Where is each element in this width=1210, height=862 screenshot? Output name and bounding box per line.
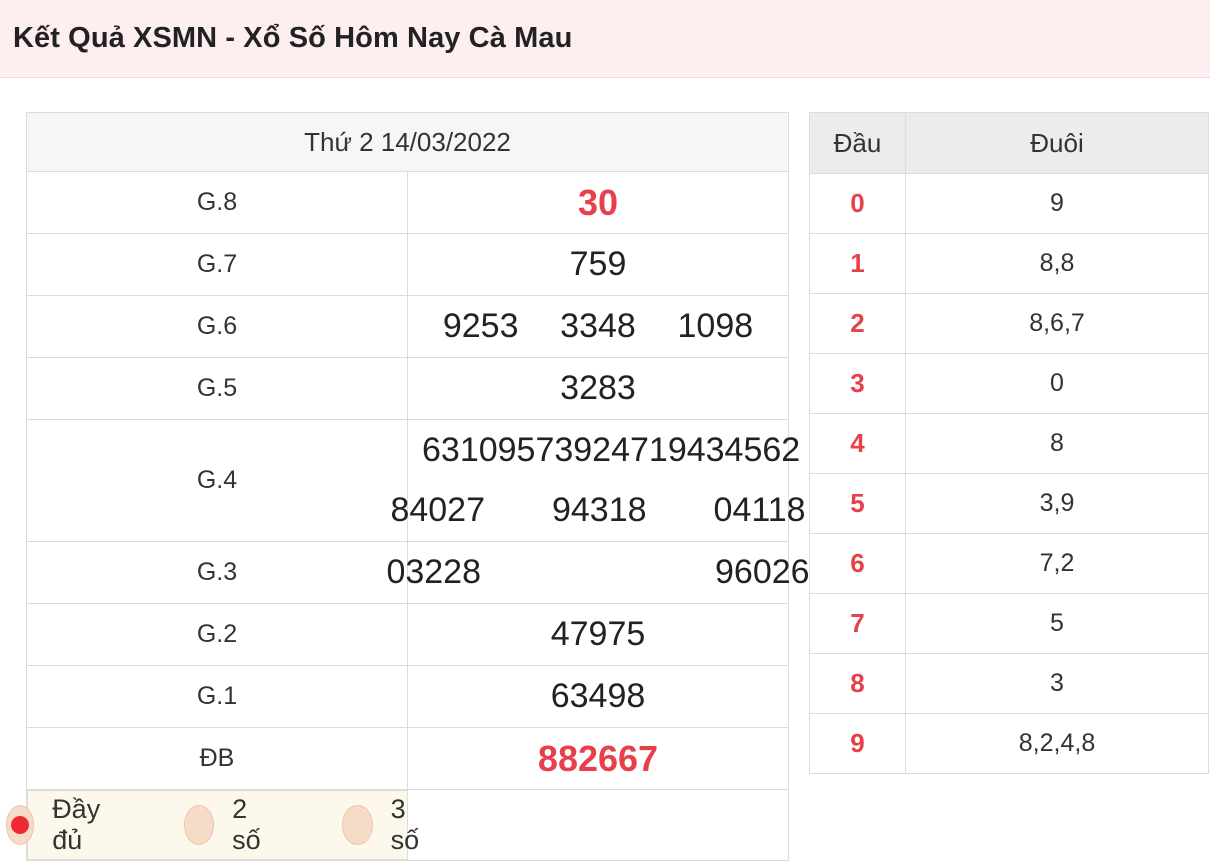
loto-row: 2 8,6,7 [809, 293, 1209, 354]
loto-row: 83 [809, 653, 1209, 714]
prize-number: 3283 [560, 369, 636, 407]
column-header-dau: Đầu [809, 112, 906, 174]
prize-number: 9253 [442, 307, 519, 345]
prize-row-g4: G.4 63109 57392 47194 34562 84027 94318 … [26, 419, 806, 542]
prize-row-g2: G.2 47975 [26, 603, 789, 666]
loto-tail: 8 [905, 413, 1209, 474]
mode-label: 3 số [390, 794, 420, 855]
draw-date: Thứ 2 14/03/2022 [26, 112, 789, 172]
prize-number: 3348 [560, 307, 636, 345]
loto-tail: 8,8 [905, 233, 1209, 294]
prize-number: 04118 [713, 491, 806, 529]
prize-number: 63498 [550, 677, 646, 715]
loto-head: 5 [809, 473, 906, 534]
radio-icon[interactable] [183, 805, 215, 845]
prize-number: 84027 [390, 491, 485, 529]
prize-number: 47194 [611, 431, 706, 469]
prize-row-g3: G.3 03228 96026 [26, 541, 810, 604]
loto-row: 48 [809, 413, 1209, 474]
prize-label: G.3 [26, 541, 408, 604]
prize-number: 30 [577, 181, 619, 223]
radio-icon[interactable] [342, 805, 373, 845]
loto-tail: 9 [905, 173, 1209, 234]
loto-row: 1 8,8 [809, 233, 1209, 294]
page-title: Kết Quả XSMN - Xổ Số Hôm Nay Cà Mau [13, 22, 573, 54]
prize-number: 63109 [422, 431, 517, 469]
prize-number: 1098 [677, 307, 754, 345]
loto-row: 30 [809, 353, 1209, 414]
prize-number: 96026 [715, 553, 810, 591]
loto-row: 5 3,9 [809, 473, 1209, 534]
loto-head: 2 [809, 293, 906, 354]
prize-label: G.2 [26, 603, 408, 666]
column-header-duoi: Đuôi [905, 112, 1209, 174]
prize-row-db: ĐB 882667 [26, 727, 789, 790]
prize-number: 94318 [551, 491, 647, 529]
prize-label: G.7 [26, 233, 408, 296]
loto-head: 1 [809, 233, 906, 294]
loto-tail: 3,9 [905, 473, 1209, 534]
results-table: Thứ 2 14/03/2022 G.8 30 G.7 759 G.6 9253… [5, 112, 810, 861]
jackpot-number: 882667 [537, 737, 659, 779]
prize-label: G.1 [26, 665, 408, 728]
mode-label: 2 số [232, 794, 261, 855]
loto-head: 4 [809, 413, 906, 474]
loto-tail: 5 [905, 593, 1209, 654]
loto-tail: 8,2,4,8 [905, 713, 1209, 774]
prize-label: G.6 [26, 295, 408, 358]
loto-tail: 8,6,7 [905, 293, 1209, 354]
loto-head-tail-table: Đầu Đuôi 09 1 8,8 2 8,6,7 30 48 5 3,9 6 7,2 … [809, 112, 1209, 774]
mode-3-digit-option[interactable]: 3 số [342, 794, 429, 856]
prize-row-g8: G.8 30 [26, 171, 789, 234]
display-mode-selector: Đầy đủ 2 số 3 số [5, 790, 419, 860]
mode-full-option[interactable]: Đầy đủ [5, 794, 112, 856]
mode-label: Đầy đủ [52, 794, 101, 855]
prize-row-g5: G.5 3283 [26, 357, 789, 420]
loto-tail: 3 [905, 653, 1209, 714]
loto-head: 3 [809, 353, 906, 414]
loto-head: 8 [809, 653, 906, 714]
prize-number: 57392 [516, 431, 612, 469]
loto-head: 0 [809, 173, 906, 234]
loto-row: 6 7,2 [809, 533, 1209, 594]
prize-label: G.4 [26, 419, 408, 542]
mode-2-digit-option[interactable]: 2 số [183, 794, 271, 856]
prize-row-g7: G.7 759 [26, 233, 789, 296]
prize-number: 759 [569, 245, 627, 283]
loto-row: 09 [809, 173, 1209, 234]
prize-label: ĐB [26, 727, 408, 790]
prize-label: G.8 [26, 171, 408, 234]
loto-tail: 7,2 [905, 533, 1209, 594]
radio-selected-icon[interactable] [5, 805, 35, 845]
page-header: Kết Quả XSMN - Xổ Số Hôm Nay Cà Mau [0, 0, 1210, 78]
prize-label: G.5 [26, 357, 408, 420]
loto-tail: 0 [905, 353, 1209, 414]
loto-row: 75 [809, 593, 1209, 654]
prize-number: 34562 [705, 431, 801, 469]
prize-row-g6: G.6 9253 3348 1098 [26, 295, 789, 358]
prize-number: 47975 [550, 615, 646, 653]
loto-row: 9 8,2,4,8 [809, 713, 1209, 774]
loto-head: 9 [809, 713, 906, 774]
loto-head: 7 [809, 593, 906, 654]
prize-row-g1: G.1 63498 [26, 665, 789, 728]
loto-head: 6 [809, 533, 906, 594]
prize-number: 03228 [386, 553, 481, 591]
